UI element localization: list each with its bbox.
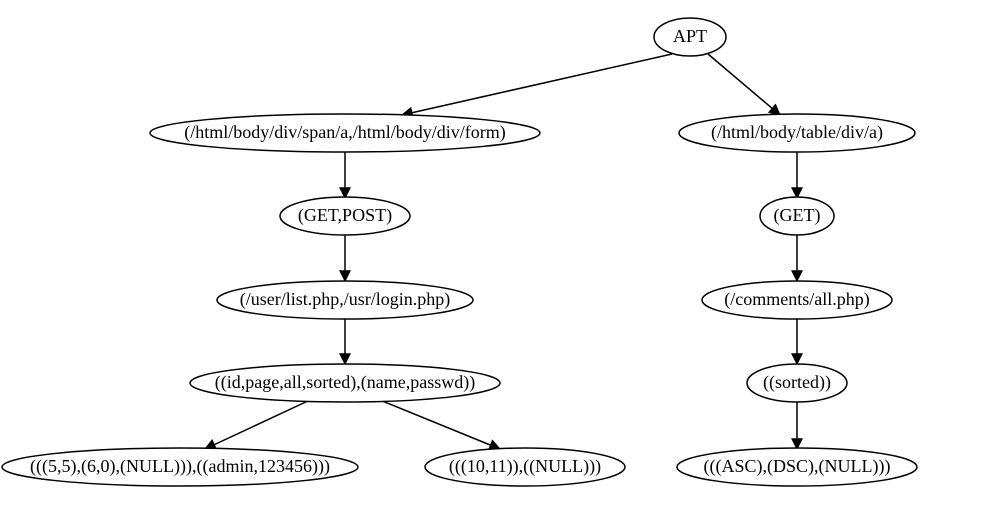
node-left-l4-label: (/user/list.php,/usr/login.php) <box>240 289 451 310</box>
node-leaf-b: (((10,11)),((NULL))) <box>425 448 625 486</box>
node-left-l2: (/html/body/div/span/a,/html/body/div/fo… <box>150 114 540 152</box>
node-leaf-b-label: (((10,11)),((NULL))) <box>449 456 601 477</box>
node-left-l2-label: (/html/body/div/span/a,/html/body/div/fo… <box>184 122 505 143</box>
node-right-l5: ((sorted)) <box>747 364 847 402</box>
node-root-label: APT <box>673 26 707 46</box>
node-left-l3: (GET,POST) <box>280 197 410 235</box>
node-right-l2: (/html/body/table/div/a) <box>679 114 915 152</box>
node-left-l3-label: (GET,POST) <box>298 205 392 226</box>
tree-diagram: APT (/html/body/div/span/a,/html/body/di… <box>0 0 1000 519</box>
node-right-l4-label: (/comments/all.php) <box>724 289 869 310</box>
node-left-l5-label: ((id,page,all,sorted),(name,passwd)) <box>215 372 475 393</box>
node-leaf-a: (((5,5),(6,0),(NULL))),((admin,123456))) <box>2 448 358 486</box>
node-right-l4: (/comments/all.php) <box>702 281 892 319</box>
node-leaf-c-label: (((ASC),(DSC),(NULL))) <box>704 456 891 477</box>
node-leaf-a-label: (((5,5),(6,0),(NULL))),((admin,123456))) <box>30 456 330 477</box>
node-root: APT <box>654 18 726 56</box>
node-left-l5: ((id,page,all,sorted),(name,passwd)) <box>190 364 500 402</box>
node-right-l3-label: (GET) <box>774 205 821 226</box>
node-left-l4: (/user/list.php,/usr/login.php) <box>217 281 473 319</box>
node-right-l5-label: ((sorted)) <box>763 372 831 393</box>
node-leaf-c: (((ASC),(DSC),(NULL))) <box>677 448 917 486</box>
node-right-l3: (GET) <box>760 197 834 235</box>
node-right-l2-label: (/html/body/table/div/a) <box>711 122 883 143</box>
